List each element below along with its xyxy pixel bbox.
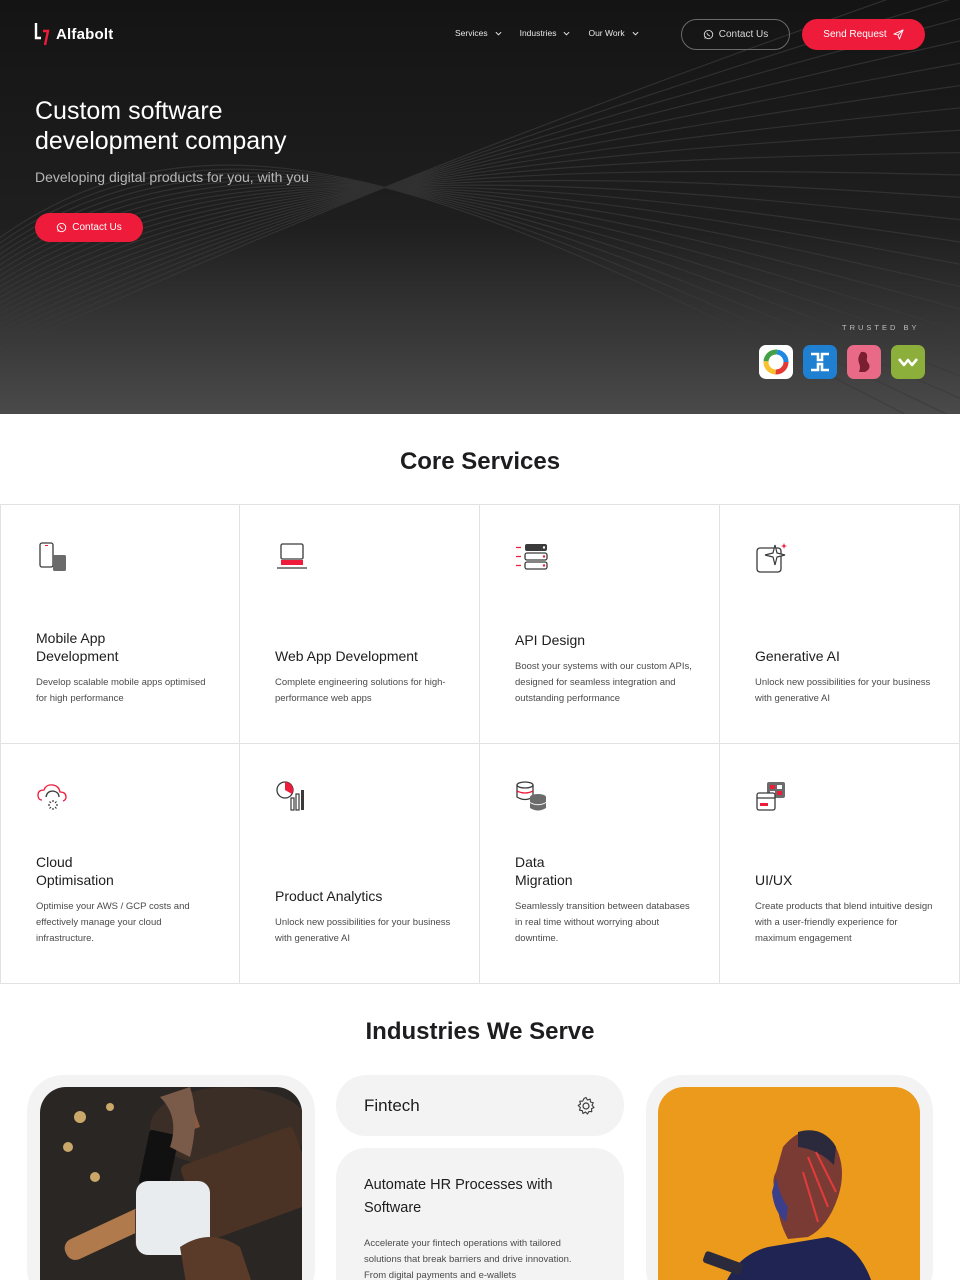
payment-terminal-photo	[40, 1087, 302, 1280]
silhouette-logo-icon	[847, 345, 881, 379]
nav-contact-label: Contact Us	[718, 29, 769, 40]
chevron-down-icon	[495, 31, 502, 36]
service-description: Unlock new possibilities for your busine…	[755, 677, 931, 704]
trusted-by-label: TRUSTED BY	[842, 323, 920, 332]
service-description: Seamlessly transition between databases …	[515, 901, 690, 944]
nav-our-work[interactable]: Our Work	[588, 28, 639, 38]
circle-logo-icon	[759, 345, 793, 379]
service-card-ui-ux[interactable]: UI/UX Create products that blend intuiti…	[720, 744, 960, 984]
brand-logo[interactable]: Alfabolt	[34, 22, 113, 46]
service-card-web-app[interactable]: Web App Development Complete engineering…	[240, 504, 480, 744]
gear-icon	[577, 1096, 595, 1115]
industry-tab-fintech[interactable]: Fintech	[336, 1075, 624, 1136]
service-card-product-analytics[interactable]: Product Analytics Unlock new possibiliti…	[240, 744, 480, 984]
service-title: UI/UX	[755, 871, 793, 888]
hero-contact-label: Contact Us	[72, 222, 122, 233]
sparkle-icon	[756, 543, 787, 573]
core-services-grid: Mobile App Development Develop scalable …	[0, 504, 960, 985]
service-card-api-design[interactable]: API Design Boost your systems with our c…	[480, 504, 720, 744]
industry-tab-label: Fintech	[364, 1095, 420, 1115]
alfabolt-logo-icon	[34, 23, 50, 46]
hero-contact-button[interactable]: Contact Us	[35, 213, 143, 242]
api-server-icon	[516, 544, 548, 570]
service-description: Boost your systems with our custom APIs,…	[515, 661, 692, 704]
service-title: API Design	[515, 631, 586, 648]
nav-industries[interactable]: Industries	[520, 28, 571, 38]
service-description: Develop scalable mobile apps optimised f…	[36, 677, 206, 704]
brand-name: Alfabolt	[56, 25, 114, 43]
service-card-generative-ai[interactable]: Generative AI Unlock new possibilities f…	[720, 504, 960, 744]
service-title: Cloud Optimisation	[36, 854, 114, 888]
nav-services[interactable]: Services	[455, 28, 502, 38]
hero-section: Alfabolt Services Industries Our Work Co…	[0, 0, 960, 414]
service-card-mobile-app[interactable]: Mobile App Development Develop scalable …	[0, 504, 240, 744]
industry-info-title: Automate HR Processes with Software	[364, 1177, 553, 1216]
core-services-title: Core Services	[399, 448, 561, 475]
service-description: Complete engineering solutions for high-…	[275, 677, 446, 704]
service-title: Generative AI	[755, 647, 840, 664]
send-request-button[interactable]: Send Request	[802, 19, 925, 50]
nav-contact-button[interactable]: Contact Us	[681, 19, 790, 50]
service-description: Optimise your AWS / GCP costs and effect…	[36, 901, 190, 944]
whatsapp-icon	[703, 29, 713, 40]
nav-links: Services Industries Our Work	[455, 28, 639, 38]
nav-our-work-label: Our Work	[588, 28, 625, 38]
analytics-icon	[276, 781, 304, 811]
service-card-data-migration[interactable]: Data Migration Seamlessly transition bet…	[480, 744, 720, 984]
service-title: Product Analytics	[275, 887, 383, 904]
hero-title: Custom software development company	[35, 97, 287, 155]
nav-services-label: Services	[455, 28, 488, 38]
industry-info-card: Automate HR Processes with Software Acce…	[336, 1148, 624, 1280]
database-icon	[516, 781, 547, 811]
mobile-icon	[39, 542, 66, 571]
hero-subtitle: Developing digital products for you, wit…	[35, 169, 309, 185]
person-with-phone-photo	[658, 1087, 920, 1280]
chevron-down-icon	[632, 31, 639, 36]
cloud-icon	[37, 784, 67, 810]
whatsapp-icon	[57, 222, 67, 233]
pipe-logo-icon	[803, 345, 837, 379]
chevron-down-icon	[563, 31, 570, 36]
ui-windows-icon	[756, 782, 785, 811]
paper-plane-icon	[893, 29, 904, 40]
trusted-logos	[759, 345, 925, 379]
service-title: Web App Development	[275, 647, 418, 664]
service-card-cloud[interactable]: Cloud Optimisation Optimise your AWS / G…	[0, 744, 240, 984]
industries-title: Industries We Serve	[365, 1018, 595, 1045]
service-description: Unlock new possibilities for your busine…	[275, 917, 451, 944]
infinity-logo-icon	[891, 345, 925, 379]
send-request-label: Send Request	[823, 29, 887, 40]
top-navigation: Alfabolt Services Industries Our Work Co…	[0, 0, 960, 70]
service-title: Data Migration	[515, 854, 573, 888]
industry-info-description: Accelerate your fintech operations with …	[364, 1238, 572, 1280]
laptop-icon	[277, 543, 307, 569]
nav-industries-label: Industries	[519, 28, 557, 38]
service-description: Create products that blend intuitive des…	[755, 901, 933, 944]
service-title: Mobile App Development	[36, 630, 119, 664]
